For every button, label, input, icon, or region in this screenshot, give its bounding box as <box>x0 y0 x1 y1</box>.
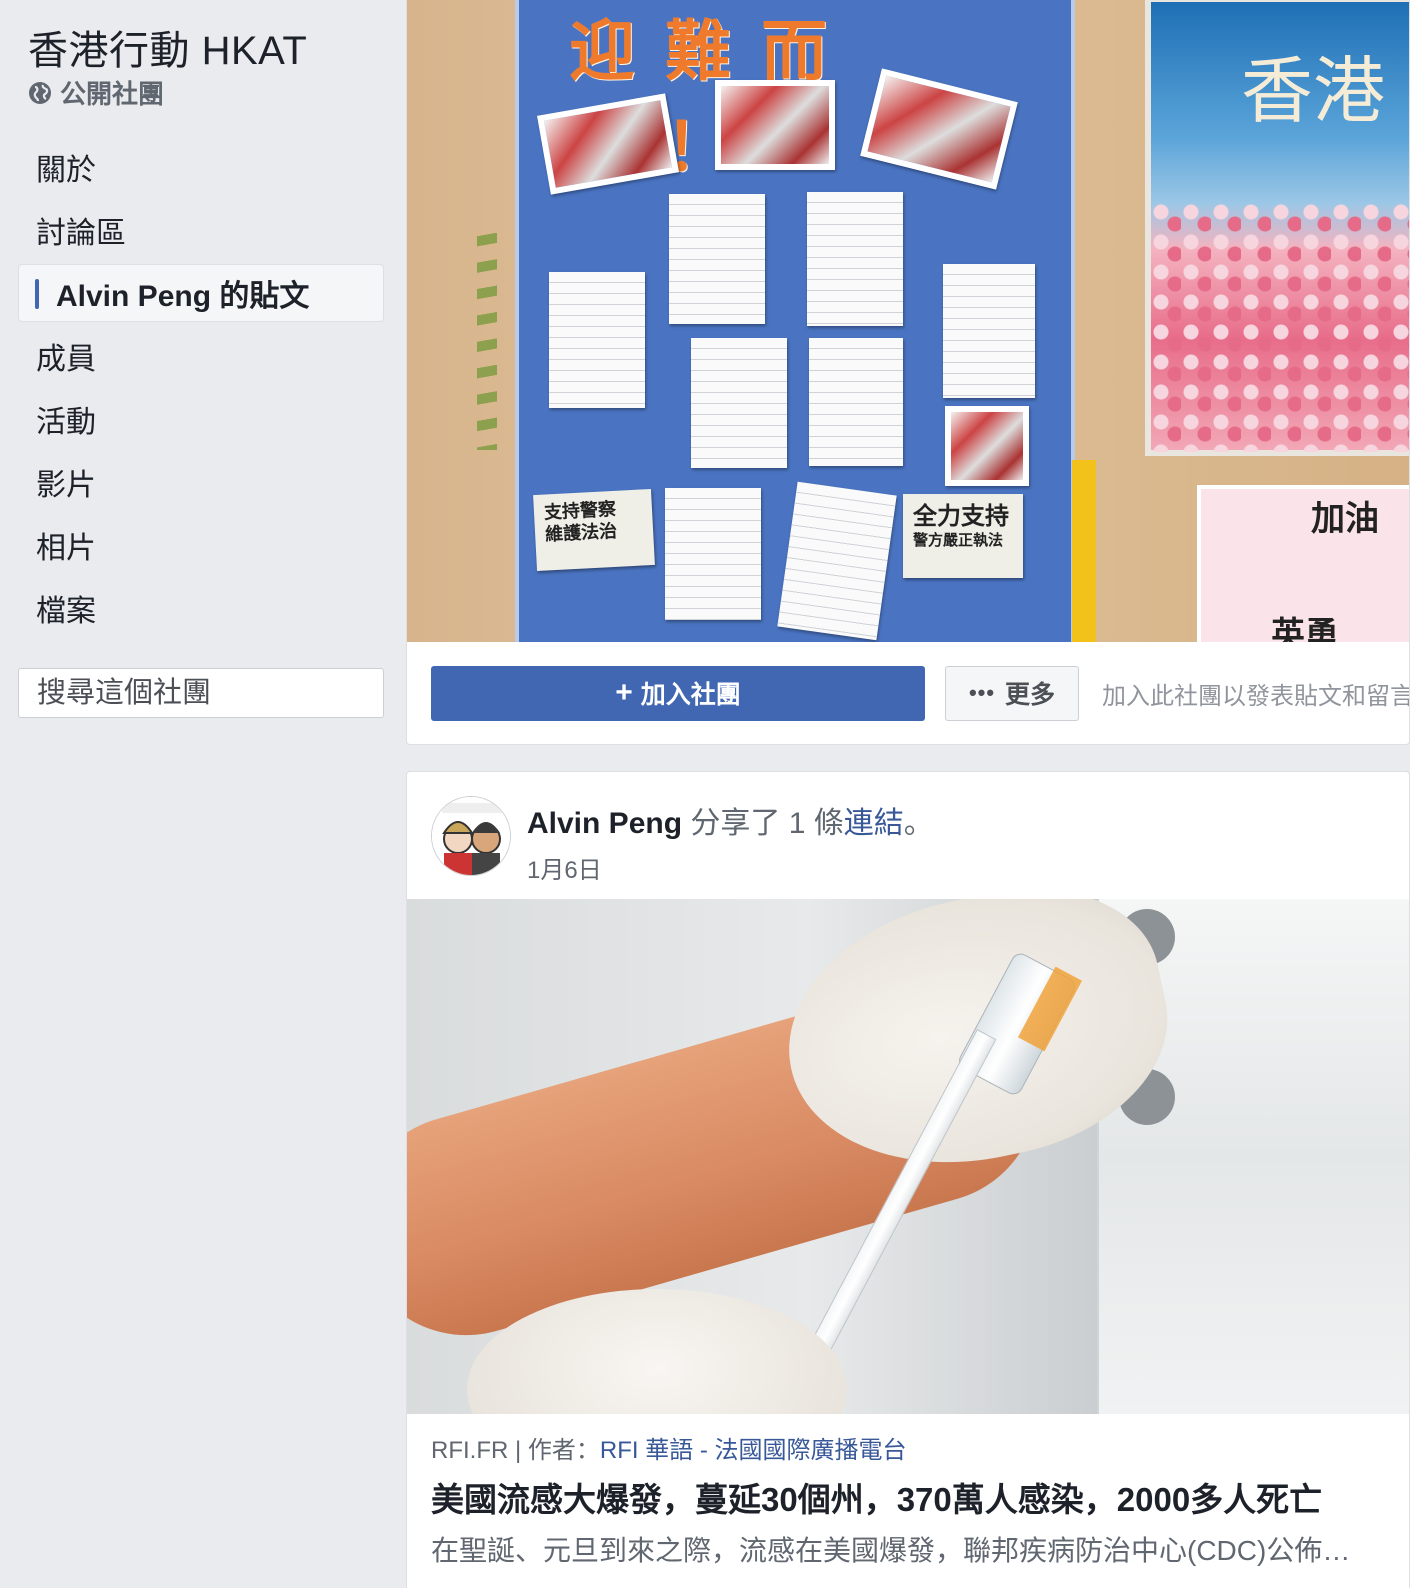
link-preview-meta: RFI.FR | 作者：RFI 華語 - 法國國際廣播電台 美國流感大爆發，蔓延… <box>431 1430 1391 1569</box>
privacy-label: 公開社團 <box>60 79 165 109</box>
page: 香港行動 HKAT 公開社團 關於 討論區 Alvin Peng 的貼文 成員 … <box>0 0 1410 1588</box>
support-sign: 全力支持 警方嚴正執法 <box>903 494 1023 578</box>
cover-photo[interactable]: 迎難而上！ 支持警察 維護法治 全力支持 警方嚴正 <box>407 0 1409 642</box>
post-card: Alvin Peng 分享了 1 條連結。 1月6日 RFI.FR | 作者：R… <box>406 771 1410 1588</box>
pink-card-text: 英勇 <box>1271 615 1339 642</box>
sidebar-item-photos[interactable]: 相片 <box>18 516 384 574</box>
group-sidebar: 香港行動 HKAT 公開社團 關於 討論區 Alvin Peng 的貼文 成員 … <box>0 0 414 1588</box>
more-button[interactable]: ••• 更多 <box>945 665 1079 721</box>
post-author-link[interactable]: Alvin Peng <box>527 807 682 840</box>
link-source-author[interactable]: RFI 華語 - 法國國際廣播電台 <box>600 1437 907 1464</box>
link-source: RFI.FR | 作者：RFI 華語 - 法國國際廣播電台 <box>431 1430 1391 1465</box>
link-title[interactable]: 美國流感大爆發，蔓延30個州，370萬人感染，2000多人死亡 <box>431 1473 1391 1521</box>
join-group-button[interactable]: + 加入社團 <box>431 665 925 721</box>
avatar-image <box>432 797 510 875</box>
support-sign: 支持警察 維護法治 <box>533 488 655 572</box>
pinned-photo <box>715 80 835 170</box>
group-privacy: 公開社團 <box>28 74 164 111</box>
sign-text: 維護法治 <box>544 520 618 546</box>
group-cover-card: 迎難而上！ 支持警察 維護法治 全力支持 警方嚴正 <box>406 0 1410 745</box>
sidebar-item-discussion[interactable]: 討論區 <box>18 201 384 259</box>
yellow-strip <box>1072 460 1096 642</box>
sidebar-item-members[interactable]: 成員 <box>18 327 384 385</box>
sidebar-item-events[interactable]: 活動 <box>18 390 384 448</box>
pinned-letter <box>777 481 897 641</box>
sidebar-item-files[interactable]: 檔案 <box>18 579 384 637</box>
pink-card-text: 加油 <box>1311 499 1379 539</box>
pink-card: 加油 英勇 <box>1197 485 1409 642</box>
post-timestamp[interactable]: 1月6日 <box>527 850 934 885</box>
globe-icon <box>29 81 51 104</box>
hearts-pattern <box>1151 202 1409 452</box>
link-description[interactable]: 在聖誕、元旦到來之際，流感在美國爆發，聯邦疾病防治中心(CDC)公佈的數據顯示 <box>431 1529 1371 1569</box>
link-preview-image[interactable] <box>407 899 1409 1414</box>
group-nav: 關於 討論區 Alvin Peng 的貼文 成員 活動 影片 相片 檔案 <box>18 138 384 642</box>
post-header: Alvin Peng 分享了 1 條連結。 1月6日 <box>527 798 934 885</box>
ellipsis-icon: ••• <box>968 680 996 705</box>
pinned-letter <box>549 272 645 408</box>
poster: 香港 <box>1145 0 1409 456</box>
sidebar-item-member-posts[interactable]: Alvin Peng 的貼文 <box>18 264 384 322</box>
join-hint: 加入此社團以發表貼文和留言 <box>1102 683 1410 710</box>
pinned-photo <box>945 406 1029 486</box>
cover-actions: + 加入社團 ••• 更多 <box>431 665 1079 721</box>
post-headline: Alvin Peng 分享了 1 條連結。 <box>527 798 934 842</box>
sidebar-item-about[interactable]: 關於 <box>18 138 384 196</box>
plant-decoration <box>477 220 497 450</box>
shared-suffix: 。 <box>903 807 934 840</box>
sign-text: 全力支持 <box>913 501 1009 530</box>
group-search-box <box>18 668 414 718</box>
pinned-letter <box>943 264 1035 398</box>
avatar[interactable] <box>431 796 511 876</box>
sidebar-item-videos[interactable]: 影片 <box>18 453 384 511</box>
pinned-letter <box>809 338 903 466</box>
pinned-letter <box>691 338 787 468</box>
plus-icon: + <box>615 676 633 709</box>
group-search-input[interactable] <box>37 676 414 710</box>
shared-text: 分享了 1 條 <box>682 807 844 840</box>
poster-title: 香港 <box>1241 49 1386 133</box>
link-separator: | 作者： <box>508 1437 600 1464</box>
group-title[interactable]: 香港行動 HKAT <box>28 18 307 76</box>
pinned-letter <box>807 192 903 326</box>
sign-text: 警方嚴正執法 <box>913 530 1004 549</box>
pinned-letter <box>665 488 761 620</box>
shared-link-word[interactable]: 連結 <box>844 807 904 840</box>
more-label: 更多 <box>1005 681 1056 709</box>
join-group-label: 加入社團 <box>640 681 741 709</box>
link-domain: RFI.FR <box>431 1437 509 1464</box>
bulletin-board: 迎難而上！ 支持警察 維護法治 全力支持 警方嚴正 <box>515 0 1075 642</box>
pinned-letter <box>669 194 765 324</box>
